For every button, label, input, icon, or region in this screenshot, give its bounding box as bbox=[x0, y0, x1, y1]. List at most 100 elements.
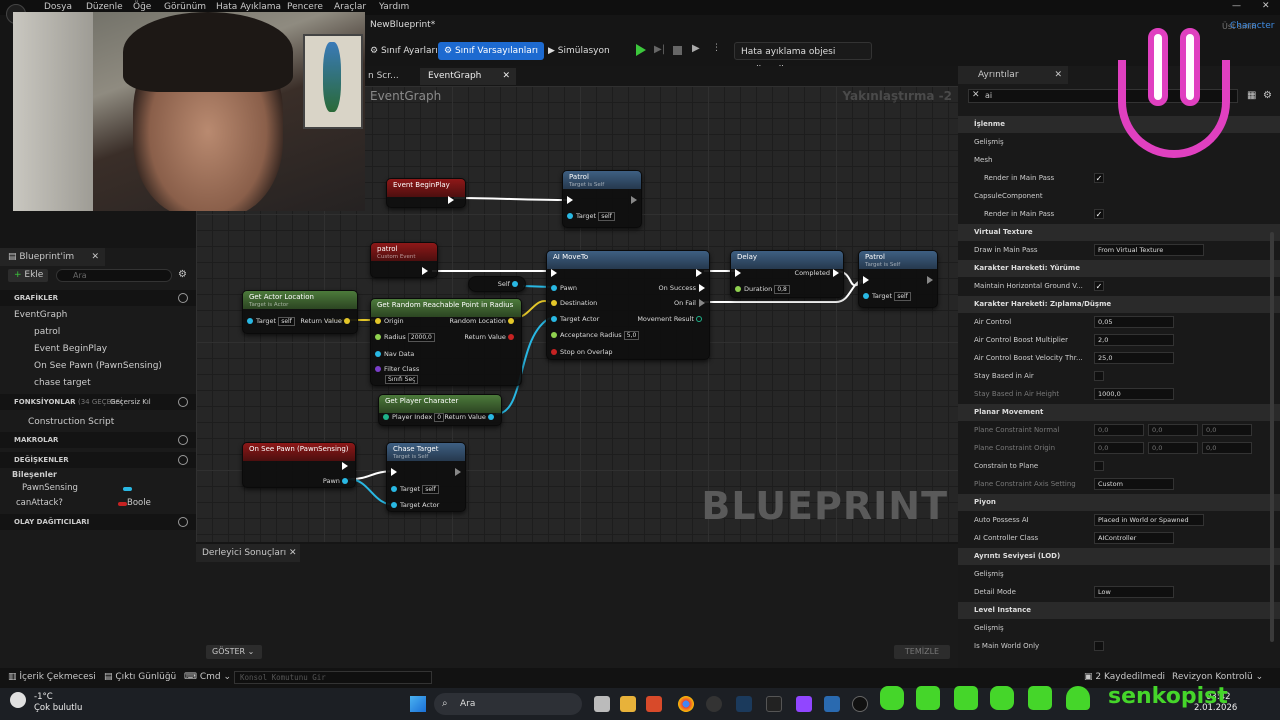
property-vector-field[interactable]: 0,0 bbox=[1094, 424, 1144, 436]
property-value-field[interactable]: 25,0 bbox=[1094, 352, 1174, 364]
random-location-pin[interactable]: Random Location bbox=[449, 317, 517, 325]
return-value-pin[interactable]: Return Value bbox=[300, 317, 353, 325]
details-section[interactable]: İşlenme bbox=[958, 116, 1280, 133]
clear-search-icon[interactable]: ✕ bbox=[972, 90, 980, 100]
settings-gear-icon[interactable]: ⚙ bbox=[178, 269, 187, 280]
grid-view-icon[interactable]: ▦ bbox=[1247, 90, 1256, 101]
close-tab-icon[interactable]: ✕ bbox=[1054, 66, 1062, 84]
close-tab-icon[interactable]: ✕ bbox=[502, 68, 510, 85]
destination-pin[interactable]: Destination bbox=[551, 299, 597, 307]
property-checkbox[interactable] bbox=[1094, 371, 1104, 381]
weather-icon[interactable] bbox=[10, 692, 26, 708]
exec-out-pin[interactable] bbox=[628, 196, 637, 204]
target-actor-pin[interactable]: Target Actor bbox=[391, 501, 439, 509]
pawn-pin[interactable]: Pawn bbox=[551, 284, 577, 292]
return-value-pin[interactable]: Return Value bbox=[444, 413, 497, 421]
node-get-random-reachable-point[interactable]: Get Random Reachable Point in Radius Ori… bbox=[370, 298, 522, 386]
pawn-pin[interactable]: Pawn bbox=[323, 477, 351, 485]
exec-out-pin[interactable] bbox=[422, 267, 431, 275]
details-section[interactable]: Ayrıntı Seviyesi (LOD) bbox=[958, 548, 1280, 565]
origin-pin[interactable]: Origin bbox=[375, 317, 404, 325]
stop-on-overlap-pin[interactable]: Stop on Overlap bbox=[551, 348, 613, 356]
settings-gear-icon[interactable]: ⚙ bbox=[1263, 90, 1272, 101]
property-value-field[interactable]: From Virtual Texture bbox=[1094, 244, 1204, 256]
add-function-icon[interactable] bbox=[178, 397, 188, 407]
menu-tools[interactable]: Araçlar bbox=[334, 2, 366, 12]
unreal-engine-icon[interactable] bbox=[852, 696, 868, 712]
graph-item-chase-target[interactable]: chase target bbox=[34, 378, 91, 388]
epic-games-icon[interactable] bbox=[766, 696, 782, 712]
details-section[interactable]: Level Instance bbox=[958, 602, 1280, 619]
eject-icon[interactable]: ▶ bbox=[692, 43, 700, 54]
property-value-field[interactable]: 0,05 bbox=[1094, 316, 1174, 328]
section-macros[interactable]: MAKROLAR bbox=[0, 432, 196, 448]
radius-pin[interactable]: Radius 2000,0 bbox=[375, 333, 435, 342]
twitch-icon[interactable] bbox=[796, 696, 812, 712]
app-icon-3[interactable] bbox=[824, 696, 840, 712]
property-checkbox[interactable]: ✓ bbox=[1094, 173, 1104, 183]
more-options-icon[interactable]: ⋮ bbox=[712, 43, 721, 53]
variable-can-attack[interactable]: canAttack? bbox=[16, 498, 63, 508]
property-value-field[interactable]: Low bbox=[1094, 586, 1174, 598]
simulation-button[interactable]: ▶ Simülasyon bbox=[542, 42, 616, 60]
exec-out-pin[interactable] bbox=[924, 276, 933, 284]
details-scrollbar[interactable] bbox=[1270, 232, 1274, 642]
property-vector-field[interactable]: 0,0 bbox=[1148, 424, 1198, 436]
details-section[interactable]: Karakter Hareketi: Yürüme bbox=[958, 260, 1280, 277]
section-graphs[interactable]: GRAFİKLER bbox=[0, 290, 196, 306]
add-graph-icon[interactable] bbox=[178, 293, 188, 303]
show-dropdown[interactable]: GÖSTER ⌄ bbox=[206, 645, 262, 659]
graph-item-event-begin-play[interactable]: Event BeginPlay bbox=[34, 344, 107, 354]
variable-type-label[interactable]: Boole bbox=[127, 498, 151, 508]
tab-construction-script[interactable]: n Scr... bbox=[360, 68, 407, 85]
asset-tab-title[interactable]: NewBlueprint* bbox=[370, 20, 435, 30]
on-success-pin[interactable]: On Success bbox=[659, 284, 705, 292]
return-value-pin[interactable]: Return Value bbox=[464, 333, 517, 341]
node-self[interactable]: Self bbox=[468, 276, 526, 292]
search-input[interactable]: Ara bbox=[56, 269, 172, 282]
property-vector-field[interactable]: 0,0 bbox=[1202, 424, 1252, 436]
exec-in-pin[interactable] bbox=[551, 269, 560, 277]
property-vector-field[interactable]: 0,0 bbox=[1094, 442, 1144, 454]
exec-out-pin[interactable] bbox=[448, 196, 457, 204]
tab-event-graph[interactable]: EventGraph ✕ bbox=[420, 68, 516, 85]
property-value-field[interactable]: Custom bbox=[1094, 478, 1174, 490]
add-button[interactable]: + Ekle bbox=[8, 269, 48, 282]
content-drawer-button[interactable]: ▥ İçerik Çekmecesi bbox=[8, 672, 96, 682]
node-ai-move-to[interactable]: AI MoveTo Pawn Destination Target Actor … bbox=[546, 250, 710, 360]
target-pin[interactable]: Target self bbox=[863, 292, 911, 301]
details-section[interactable]: Karakter Hareketi: Zıplama/Düşme bbox=[958, 296, 1280, 313]
graph-item-patrol[interactable]: patrol bbox=[34, 327, 60, 337]
unsaved-button[interactable]: ▣ 2 Kaydedilmedi bbox=[1084, 672, 1165, 682]
property-value-field[interactable]: AIController bbox=[1094, 532, 1174, 544]
property-value-field[interactable]: 1000,0 bbox=[1094, 388, 1174, 400]
close-tab-icon[interactable]: ✕ bbox=[289, 548, 297, 558]
menu-help[interactable]: Yardım bbox=[379, 2, 409, 12]
tab-details[interactable]: Ayrıntılar ✕ bbox=[958, 66, 1068, 84]
node-patrol-right[interactable]: Patrol Target is Self Target self bbox=[858, 250, 938, 308]
node-on-see-pawn[interactable]: On See Pawn (PawnSensing) Pawn bbox=[242, 442, 356, 488]
task-view-icon[interactable] bbox=[594, 696, 610, 712]
menu-edit[interactable]: Düzenle bbox=[86, 2, 123, 12]
tab-compiler-results[interactable]: Derleyici Sonuçları ✕ bbox=[196, 544, 300, 562]
app-icon[interactable] bbox=[646, 696, 662, 712]
node-chase-target[interactable]: Chase Target Target is Self Target self T… bbox=[386, 442, 466, 512]
property-vector-field[interactable]: 0,0 bbox=[1148, 442, 1198, 454]
close-window-icon[interactable]: ✕ bbox=[1262, 1, 1270, 11]
clear-button[interactable]: TEMİZLE bbox=[894, 645, 950, 659]
completed-pin[interactable]: Completed bbox=[795, 269, 839, 277]
exec-in-pin[interactable] bbox=[391, 468, 400, 476]
exec-out-pin[interactable] bbox=[342, 462, 351, 470]
graph-item-event-graph[interactable]: EventGraph bbox=[14, 310, 67, 320]
cmd-dropdown[interactable]: ⌨ Cmd ⌄ bbox=[184, 672, 231, 682]
exec-in-pin[interactable] bbox=[863, 276, 872, 284]
filter-class-select[interactable]: Sınıfı Seç bbox=[385, 375, 419, 384]
target-pin[interactable]: Target self bbox=[567, 212, 615, 221]
override-dropdown[interactable]: Geçersiz Kıl bbox=[110, 394, 151, 410]
player-index-pin[interactable]: Player Index 0 bbox=[383, 413, 445, 422]
details-section[interactable]: Piyon bbox=[958, 494, 1280, 511]
parent-class-link[interactable]: Character bbox=[1230, 21, 1274, 31]
target-pin[interactable]: Target self bbox=[391, 485, 439, 494]
movement-result-pin[interactable]: Movement Result bbox=[637, 315, 705, 323]
construction-script-item[interactable]: Construction Script bbox=[28, 417, 114, 427]
